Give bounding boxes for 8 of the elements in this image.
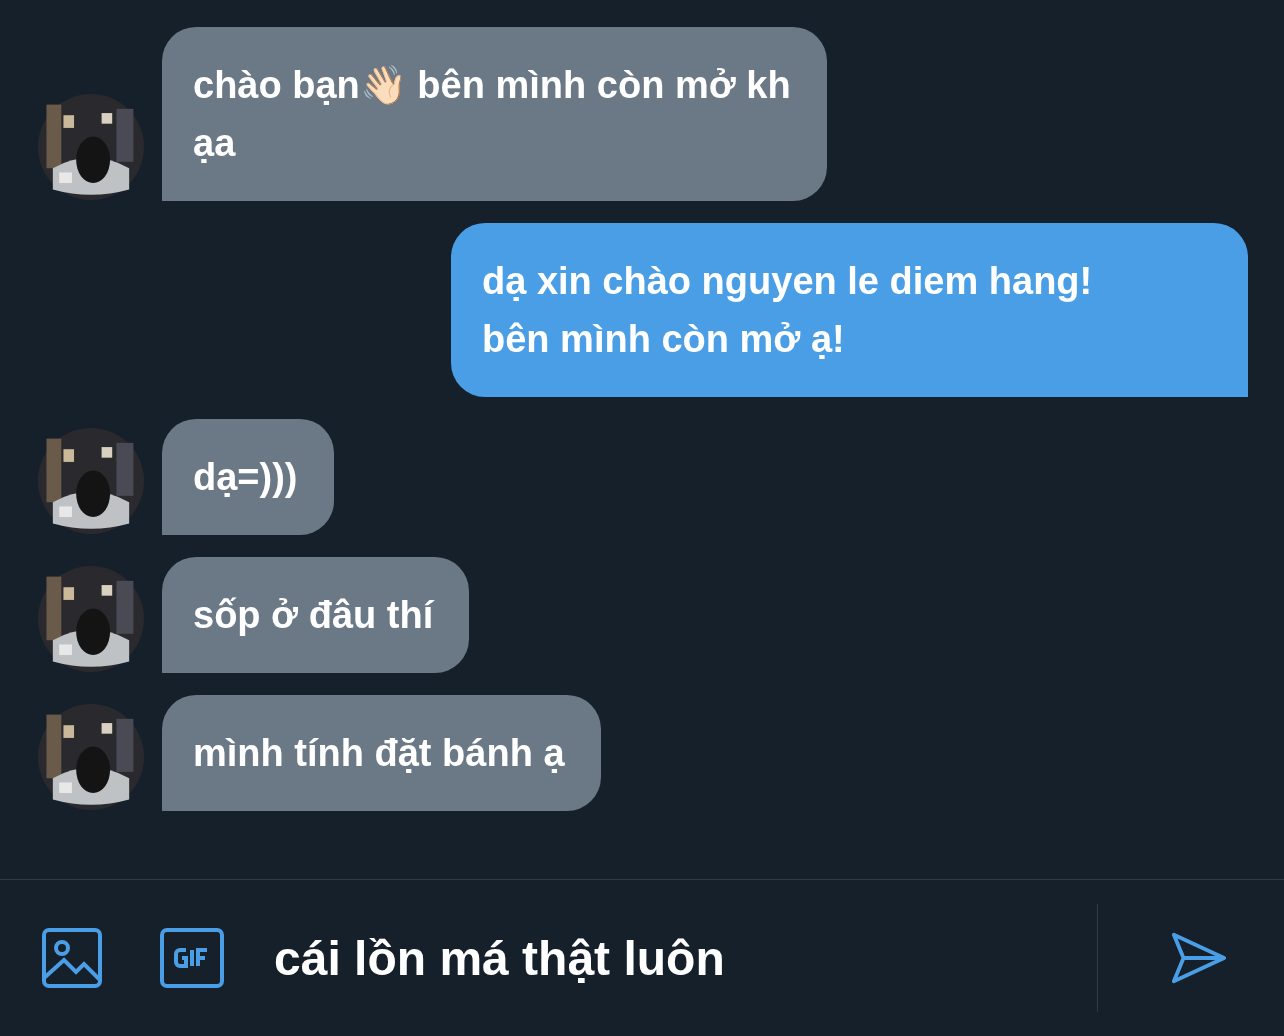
message-bubble: dạ xin chào nguyen le diem hang! bên mình còn mở ạ!: [451, 223, 1248, 397]
message-bubble: sốp ở đâu thí: [162, 557, 470, 673]
message-input[interactable]: cái lồn má thật luôn: [274, 923, 1077, 993]
gif-icon[interactable]: [160, 928, 224, 988]
message-bubble: mình tính đặt bánh ạ: [162, 695, 601, 811]
message-bubble: chào bạn👋🏻 bên mình còn mở kh ạa: [162, 27, 827, 201]
message-bubble: dạ=))): [162, 419, 334, 535]
image-icon[interactable]: [42, 928, 102, 988]
